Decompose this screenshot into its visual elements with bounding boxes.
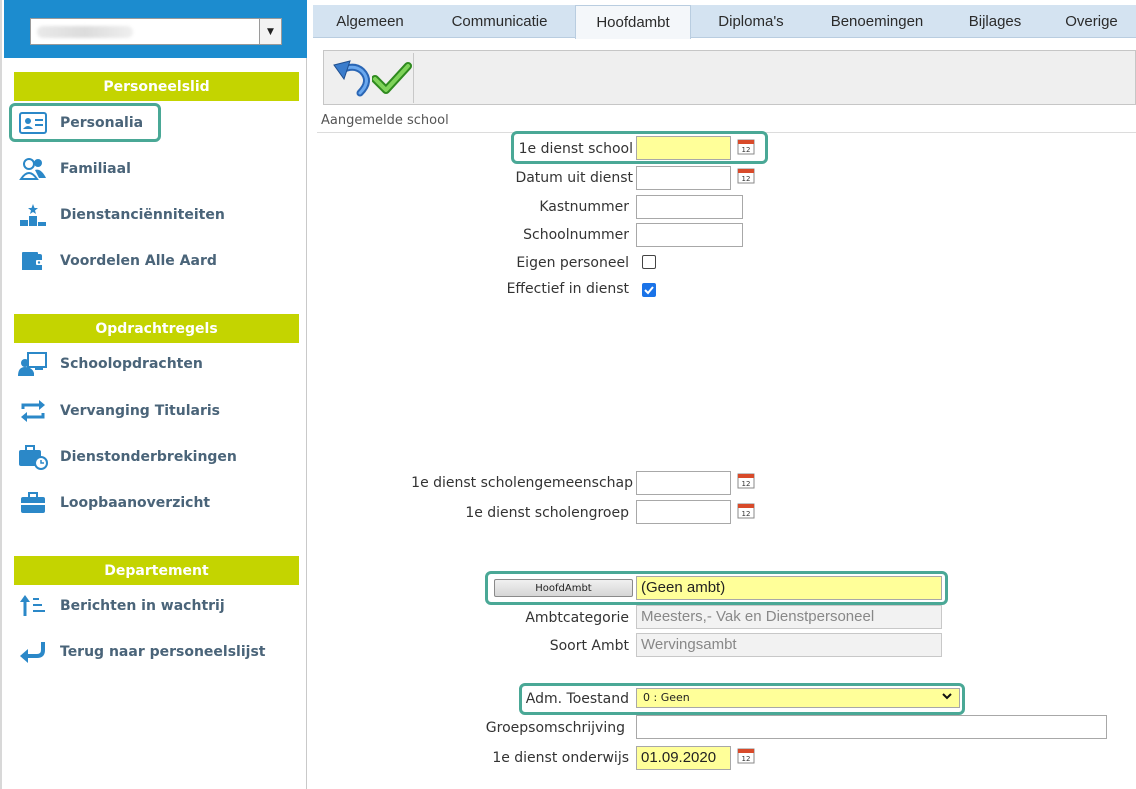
briefcase-clock-icon (18, 444, 48, 470)
sidebar-item-familiaal[interactable]: Familiaal (18, 155, 131, 183)
select-adm-toestand[interactable]: 0 : Geen (636, 688, 960, 708)
svg-text:12: 12 (742, 146, 751, 154)
sort-list-icon (18, 593, 48, 619)
checkbox-eigen-personeel[interactable] (642, 255, 656, 269)
label-effectief-in-dienst: Effectief in dienst (506, 281, 629, 297)
label-soort-ambt: Soort Ambt (549, 638, 629, 654)
calendar-icon[interactable]: 12 (737, 501, 755, 519)
svg-text:12: 12 (742, 480, 751, 488)
tab-bijlages[interactable]: Bijlages (943, 5, 1047, 38)
sidebar-item-voordelen[interactable]: Voordelen Alle Aard (18, 247, 217, 275)
svg-text:12: 12 (742, 755, 751, 763)
undo-icon[interactable] (330, 59, 374, 99)
sidebar-item-terug[interactable]: Terug naar personeelslijst (18, 638, 265, 666)
checkbox-effectief-in-dienst[interactable] (642, 283, 656, 297)
wallet-icon (18, 248, 48, 274)
select-adm-toestand-value: 0 : Geen (643, 691, 690, 704)
label-schoolnummer: Schoolnummer (523, 227, 629, 243)
field-datum-uit-dienst[interactable] (636, 166, 731, 190)
sidebar-item-label: Schoolopdrachten (60, 356, 203, 372)
label-1e-dienst-scholengroep: 1e dienst scholengroep (465, 505, 629, 521)
sidebar-item-label: Vervanging Titularis (60, 403, 220, 419)
label-groepsomschrijving: Groepsomschrijving (485, 720, 625, 736)
sidebar-item-label: Loopbaanoverzicht (60, 495, 211, 511)
tab-bar: Algemeen Communicatie Hoofdambt Diploma'… (313, 5, 1136, 39)
sidebar-header: ▼ (4, 0, 307, 58)
field-1e-dienst-onderwijs[interactable]: 01.09.2020 (636, 746, 731, 770)
section-header-opdrachtregels: Opdrachtregels (14, 314, 299, 343)
field-1e-dienst-school[interactable] (636, 136, 731, 160)
sidebar-item-label: Dienstanciënniteiten (60, 207, 225, 223)
blurred-selection (37, 26, 133, 38)
sidebar-item-berichten[interactable]: Berichten in wachtrij (18, 592, 225, 620)
swap-arrows-icon (18, 398, 48, 424)
toolbar (323, 50, 1136, 105)
sidebar-item-personalia[interactable]: Personalia (18, 109, 143, 137)
sidebar-item-label: Personalia (60, 115, 144, 131)
field-1e-dienst-scholengroep[interactable] (636, 500, 731, 524)
field-kastnummer[interactable] (636, 195, 743, 219)
tab-diplomas[interactable]: Diploma's (691, 5, 811, 38)
label-eigen-personeel: Eigen personeel (516, 255, 629, 271)
sidebar-item-schoolopdrachten[interactable]: Schoolopdrachten (18, 350, 203, 378)
calendar-icon[interactable]: 12 (737, 471, 755, 489)
sidebar-item-label: Voordelen Alle Aard (60, 253, 217, 269)
sidebar-item-dienstonderbrekingen[interactable]: Dienstonderbrekingen (18, 443, 237, 471)
briefcase-icon (18, 490, 48, 516)
toolbar-divider (413, 53, 414, 103)
calendar-icon[interactable]: 12 (737, 166, 755, 184)
sidebar: ▼ Personeelslid Personalia Familiaal Die… (0, 0, 307, 789)
tab-hoofdambt[interactable]: Hoofdambt (575, 5, 691, 39)
section-title: Aangemelde school (317, 111, 1136, 133)
sidebar-item-label: Dienstonderbrekingen (60, 449, 237, 465)
chevron-down-icon (941, 690, 953, 705)
label-ambtcategorie: Ambtcategorie (525, 610, 629, 626)
tab-overige[interactable]: Overige (1047, 5, 1136, 38)
check-icon[interactable] (371, 59, 412, 99)
field-soort-ambt: Wervingsambt (636, 633, 942, 657)
users-icon (18, 156, 48, 182)
label-datum-uit-dienst: Datum uit dienst (515, 170, 633, 186)
sidebar-item-label: Terug naar personeelslijst (60, 644, 266, 660)
sidebar-item-vervanging-titularis[interactable]: Vervanging Titularis (18, 397, 220, 425)
return-arrow-icon (18, 639, 48, 665)
sidebar-item-loopbaanoverzicht[interactable]: Loopbaanoverzicht (18, 489, 210, 517)
field-groepsomschrijving[interactable] (636, 715, 1107, 739)
hoofdambt-button[interactable]: HoofdAmbt (494, 579, 633, 597)
label-1e-dienst-scholengemeenschap: 1e dienst scholengemeenschap (411, 475, 633, 491)
tab-benoemingen[interactable]: Benoemingen (811, 5, 943, 38)
dropdown-arrow-icon[interactable]: ▼ (259, 19, 281, 44)
svg-text:12: 12 (742, 175, 751, 183)
svg-text:12: 12 (742, 510, 751, 518)
field-hoofdambt[interactable]: (Geen ambt) (636, 576, 942, 600)
tab-algemeen[interactable]: Algemeen (313, 5, 427, 38)
label-adm-toestand: Adm. Toestand (525, 691, 629, 707)
field-1e-dienst-scholengemeenschap[interactable] (636, 471, 731, 495)
sidebar-item-dienstancienniteiten[interactable]: Dienstanciënniteiten (18, 201, 225, 229)
field-schoolnummer[interactable] (636, 223, 743, 247)
person-select[interactable]: ▼ (30, 18, 282, 45)
field-ambtcategorie: Meesters,- Vak en Dienstpersoneel (636, 605, 942, 629)
podium-icon (18, 202, 48, 228)
sidebar-item-label: Familiaal (60, 161, 131, 177)
label-kastnummer: Kastnummer (539, 199, 629, 215)
section-header-personeelslid: Personeelslid (14, 72, 299, 101)
tab-communicatie[interactable]: Communicatie (427, 5, 572, 38)
label-1e-dienst-onderwijs: 1e dienst onderwijs (492, 750, 629, 766)
teacher-board-icon (18, 351, 48, 377)
section-header-departement: Departement (14, 556, 299, 585)
id-card-icon (18, 110, 48, 136)
label-1e-dienst-school: 1e dienst school (518, 141, 633, 157)
calendar-icon[interactable]: 12 (737, 746, 755, 764)
sidebar-item-label: Berichten in wachtrij (60, 598, 225, 614)
calendar-icon[interactable]: 12 (737, 137, 755, 155)
